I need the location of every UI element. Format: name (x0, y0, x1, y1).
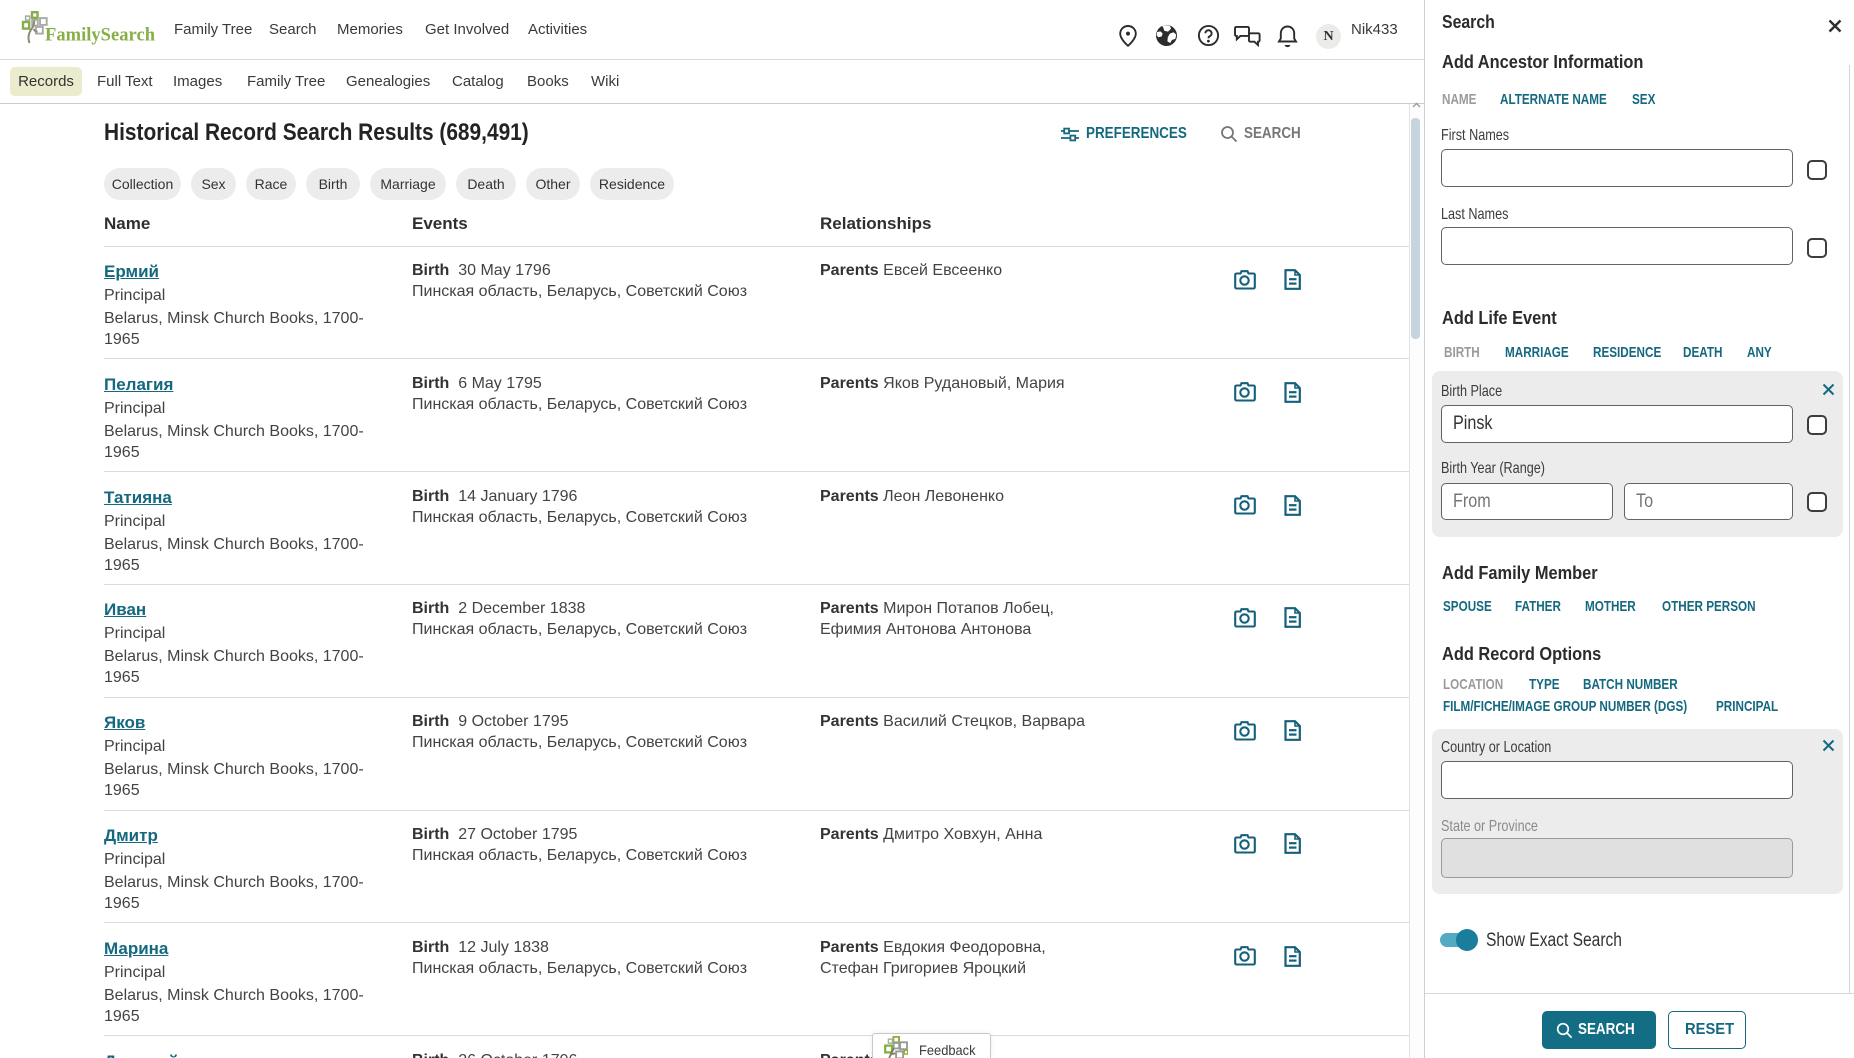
svg-text:FamilySearch: FamilySearch (45, 26, 156, 46)
